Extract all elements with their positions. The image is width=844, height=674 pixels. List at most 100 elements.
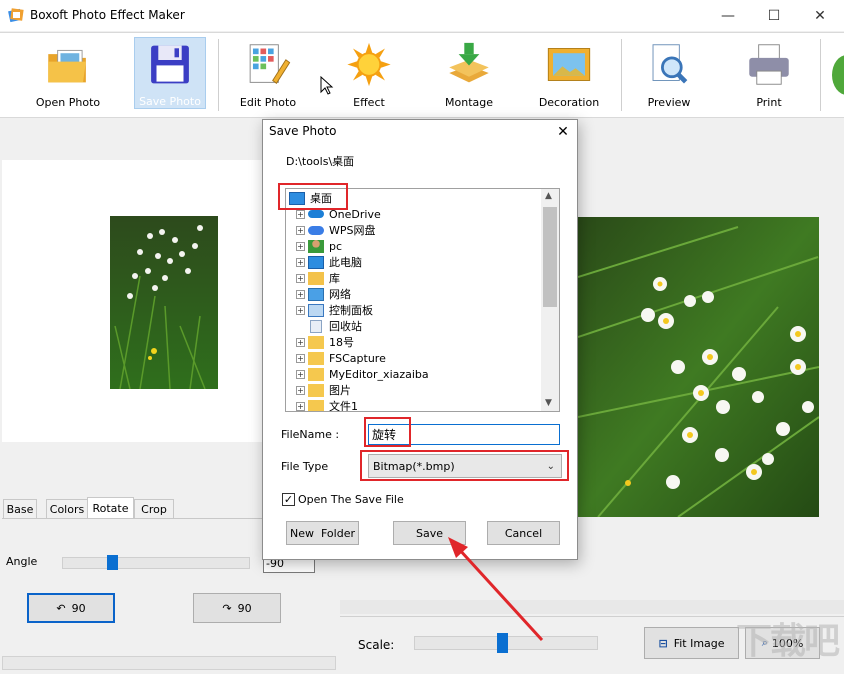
rotate-right-label: 90 xyxy=(237,601,252,615)
tree-item-folder[interactable]: + 图片 xyxy=(286,382,351,398)
filetype-label: File Type xyxy=(281,460,329,473)
new-folder-button[interactable]: New Folder xyxy=(286,521,359,545)
left-horizontal-scrollbar[interactable] xyxy=(2,656,336,670)
toolbar-label: Montage xyxy=(445,96,493,109)
tree-scrollbar-thumb[interactable] xyxy=(543,207,557,307)
user-icon xyxy=(308,239,324,253)
watermark-logo: 下载吧 xyxy=(736,621,840,662)
close-icon: ✕ xyxy=(557,124,569,140)
expand-icon[interactable]: + xyxy=(296,305,305,315)
angle-label: Angle xyxy=(6,555,38,568)
library-folder-icon xyxy=(308,271,324,285)
window-title: Boxoft Photo Effect Maker xyxy=(30,8,185,22)
globe-icon[interactable] xyxy=(832,55,844,95)
edited-photo xyxy=(578,217,819,517)
expand-icon[interactable]: + xyxy=(296,257,305,267)
angle-slider-track[interactable] xyxy=(62,557,250,569)
filename-label: FileName : xyxy=(281,428,340,441)
open-after-save-checkbox[interactable]: ✓ xyxy=(282,493,295,506)
expand-icon[interactable]: + xyxy=(296,385,305,395)
expand-icon[interactable]: + xyxy=(296,369,305,379)
folder-tree[interactable]: 桌面 + OneDrive + WPS网盘 + pc + 此电脑 + 库 + 网… xyxy=(285,188,560,412)
preview-button[interactable]: Preview xyxy=(633,37,705,109)
tree-item-control-panel[interactable]: + 控制面板 xyxy=(286,302,373,318)
toolbar-label: Preview xyxy=(647,96,691,109)
toolbar-label: Save Photo xyxy=(139,95,201,108)
expand-icon[interactable]: + xyxy=(296,209,305,219)
minimize-button[interactable]: — xyxy=(705,0,751,31)
highlight-box xyxy=(364,417,411,447)
effect-button[interactable]: Effect xyxy=(333,37,405,109)
fit-icon: ⊟ xyxy=(658,636,668,650)
tree-item-folder[interactable]: + 18号 xyxy=(286,334,354,350)
maximize-icon: ☐ xyxy=(767,7,781,24)
tree-item-folder[interactable]: + 文件1 xyxy=(286,398,358,412)
save-photo-button[interactable]: Save Photo xyxy=(134,37,206,109)
rotate-left-button[interactable]: ↶ 90 xyxy=(27,593,115,623)
tree-item-recycle-bin[interactable]: 回收站 xyxy=(286,318,362,334)
edit-photo-button[interactable]: Edit Photo xyxy=(232,37,304,109)
expand-icon[interactable]: + xyxy=(296,289,305,299)
tree-item-wps[interactable]: + WPS网盘 xyxy=(286,222,376,238)
expand-icon[interactable]: + xyxy=(296,273,305,283)
toolbar: Open Photo Save Photo Edit Photo Effect xyxy=(0,32,844,118)
cloud-icon xyxy=(308,210,324,218)
folder-icon xyxy=(308,399,324,411)
folder-icon xyxy=(308,335,324,349)
toolbar-label: Open Photo xyxy=(35,96,101,109)
printer-icon xyxy=(749,44,789,85)
toolbar-separator xyxy=(820,39,821,111)
control-panel-icon xyxy=(308,303,324,317)
tree-item-label: 库 xyxy=(329,272,340,285)
expand-icon[interactable]: + xyxy=(296,337,305,347)
tree-item-label: 控制面板 xyxy=(329,304,373,317)
original-photo-thumbnail xyxy=(110,216,218,389)
decoration-button[interactable]: Decoration xyxy=(533,37,605,109)
dialog-close-button[interactable]: ✕ xyxy=(551,121,575,143)
montage-button[interactable]: Montage xyxy=(433,37,505,109)
tree-item-label: 文件1 xyxy=(329,400,358,412)
scroll-up-icon[interactable]: ▲ xyxy=(545,191,552,201)
tree-item-label: WPS网盘 xyxy=(329,224,376,237)
tree-item-this-pc[interactable]: + 此电脑 xyxy=(286,254,362,270)
maximize-button[interactable]: ☐ xyxy=(751,0,797,31)
scale-label: Scale: xyxy=(358,638,395,652)
tab-label: Crop xyxy=(141,502,167,516)
rotate-right-button[interactable]: ↷ 90 xyxy=(193,593,281,623)
open-photo-button[interactable]: Open Photo xyxy=(32,37,104,109)
angle-slider-thumb[interactable] xyxy=(107,555,118,570)
minimize-icon: — xyxy=(721,7,735,24)
tree-item-library[interactable]: + 库 xyxy=(286,270,340,286)
tab-rotate[interactable]: Rotate xyxy=(87,497,134,519)
scale-slider-thumb[interactable] xyxy=(497,633,508,653)
tab-base[interactable]: Base xyxy=(3,499,37,519)
expand-icon[interactable]: + xyxy=(296,401,305,411)
folder-icon xyxy=(308,351,324,365)
tree-item-label: 18号 xyxy=(329,336,354,349)
toolbar-label: Print xyxy=(756,96,782,109)
tree-item-pc[interactable]: + pc xyxy=(286,238,342,254)
tab-colors[interactable]: Colors xyxy=(46,499,88,519)
fit-image-button[interactable]: ⊟ Fit Image xyxy=(644,627,739,659)
expand-icon[interactable]: + xyxy=(296,225,305,235)
cancel-button[interactable]: Cancel xyxy=(487,521,560,545)
tab-crop[interactable]: Crop xyxy=(134,499,174,519)
tree-item-folder[interactable]: + FSCapture xyxy=(286,350,386,366)
tree-item-folder[interactable]: + MyEditor_xiazaiba xyxy=(286,366,429,382)
expand-icon[interactable]: + xyxy=(296,241,305,251)
close-button[interactable]: ✕ xyxy=(797,0,843,31)
folder-photo-icon xyxy=(48,49,86,83)
folder-icon xyxy=(308,367,324,381)
tree-item-label: MyEditor_xiazaiba xyxy=(329,367,429,381)
computer-icon xyxy=(308,255,324,269)
scroll-down-icon[interactable]: ▼ xyxy=(545,398,552,408)
dialog-title: Save Photo xyxy=(269,124,337,138)
tree-item-label: 此电脑 xyxy=(329,256,362,269)
tree-item-label: 回收站 xyxy=(329,320,362,333)
tree-item-network[interactable]: + 网络 xyxy=(286,286,351,302)
print-button[interactable]: Print xyxy=(733,37,805,109)
save-button[interactable]: Save xyxy=(393,521,466,545)
floppy-disk-icon xyxy=(151,45,189,84)
open-after-save-label: Open The Save File xyxy=(298,493,404,506)
expand-icon[interactable]: + xyxy=(296,353,305,363)
